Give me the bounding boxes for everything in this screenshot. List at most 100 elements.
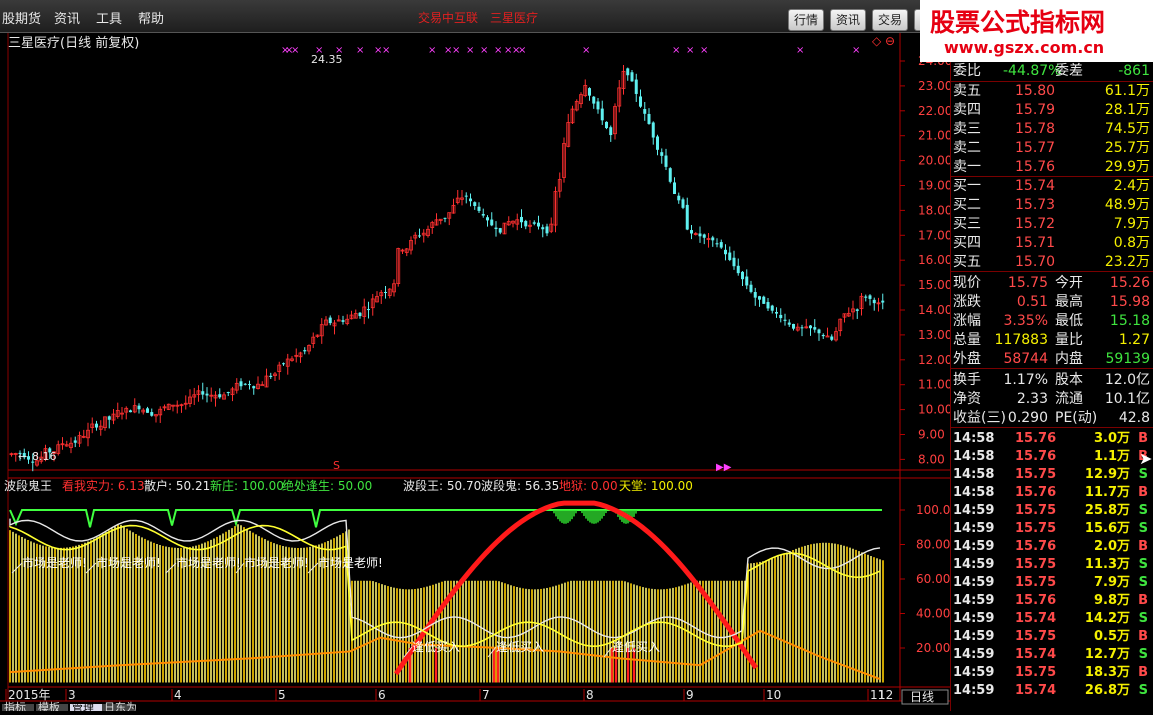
quote-row: 收益(三) 0.290 PE(动) 42.8 xyxy=(951,409,1153,427)
stat-value: 0.51 xyxy=(1016,294,1048,310)
tick-side: S xyxy=(1138,557,1148,572)
stat-value: 15.98 xyxy=(1109,294,1150,310)
candle-body xyxy=(486,217,489,221)
tick-time: 14:59 xyxy=(953,593,995,608)
price-axis-label: 17.00 xyxy=(918,228,950,242)
quote-row: 买三 15.72 7.9万 xyxy=(951,215,1153,233)
tick-side: S xyxy=(1138,611,1148,626)
tick-row: 14:59 15.75 25.8万 S xyxy=(951,502,1153,520)
price-axis-label: 20.00 xyxy=(918,154,950,168)
watermark-title: 股票公式指标网 xyxy=(930,8,1106,37)
candle-body xyxy=(681,199,685,208)
tab-trade[interactable]: 交易 xyxy=(872,9,909,31)
indicator-annotation: 市场是老师! xyxy=(96,555,161,570)
quote-row: 卖二 15.77 25.7万 xyxy=(951,139,1153,157)
candle-body xyxy=(282,363,285,365)
indicator-annotation: 逢低买入 xyxy=(612,640,660,654)
watermark-url: www.gszx.com.cn xyxy=(944,38,1105,57)
diamond-icon[interactable]: ◇ ⊖ xyxy=(872,34,895,48)
tick-volume: 25.8万 xyxy=(1084,503,1130,518)
candle-body xyxy=(690,230,693,234)
tick-price: 15.76 xyxy=(1015,539,1057,554)
tick-row: 14:59 15.75 15.6万 S xyxy=(951,520,1153,538)
signal-mark: × xyxy=(582,45,590,56)
signal-mark: × xyxy=(686,45,694,56)
period-label: 日线 xyxy=(910,690,934,704)
month-label-last: 12 xyxy=(878,688,893,702)
tick-volume: 3.0万 xyxy=(1093,431,1130,446)
tick-price: 15.75 xyxy=(1015,521,1057,536)
signal-mark: × xyxy=(356,45,364,56)
quote-row: 外盘 58744 内盘 59139 xyxy=(951,350,1153,368)
ask-price: 15.80 xyxy=(1015,83,1056,99)
indicator-legend-item: 波段鬼: 56.35 xyxy=(481,478,559,493)
candle-body xyxy=(813,327,817,330)
candle-body xyxy=(150,412,154,416)
candle-body xyxy=(201,391,205,395)
finance-value: 0.290 xyxy=(1007,410,1048,426)
candle-body xyxy=(137,405,141,410)
candle-body xyxy=(736,265,740,274)
indicator-axis-label: 60.00 xyxy=(916,572,950,586)
tick-row: 14:59 15.75 11.3万 S xyxy=(951,556,1153,574)
tick-volume: 7.9万 xyxy=(1093,575,1130,590)
candle-body xyxy=(328,317,332,324)
bid-level-label: 买一 xyxy=(953,178,981,194)
month-label: 8 xyxy=(586,688,594,702)
high-price-label: 24.35 xyxy=(311,53,343,66)
tick-row: 14:58 15.75 12.9万 S xyxy=(951,466,1153,484)
quote-row: 买四 15.71 0.8万 xyxy=(951,234,1153,252)
bid-price: 15.72 xyxy=(1015,216,1056,232)
candle-body xyxy=(660,152,664,156)
finance-label: PE(动) xyxy=(1055,410,1098,426)
price-axis-label: 16.00 xyxy=(918,253,950,267)
tab-quotes[interactable]: 行情 xyxy=(788,9,825,31)
candle-body xyxy=(779,314,783,319)
quote-row: 卖一 15.76 29.9万 xyxy=(951,158,1153,176)
tick-price: 15.76 xyxy=(1015,449,1057,464)
candle-body xyxy=(864,296,868,298)
tick-time: 14:59 xyxy=(953,611,995,626)
candle-body xyxy=(443,217,447,219)
candle-body xyxy=(787,322,791,325)
candle-body xyxy=(341,320,345,322)
menu-news[interactable]: 资讯 xyxy=(54,8,80,27)
tick-side: S xyxy=(1138,503,1148,518)
menu-help[interactable]: 帮助 xyxy=(138,8,164,27)
candle-body xyxy=(821,334,825,337)
bid-level-label: 买二 xyxy=(953,197,981,213)
tick-volume: 1.1万 xyxy=(1093,449,1130,464)
candle-body xyxy=(741,271,744,280)
quote-row: 买一 15.74 2.4万 xyxy=(951,177,1153,195)
kline-chart[interactable]: 三星医疗(日线 前复权) ◇ ⊖ 24.0023.0022.0021.0020.… xyxy=(0,33,958,714)
menu-futures[interactable]: 股期货 xyxy=(2,8,41,27)
candle-body xyxy=(498,228,502,233)
chart-area[interactable]: 三星医疗(日线 前复权) ◇ ⊖ 24.0023.0022.0021.0020.… xyxy=(0,33,958,714)
stat-value: 117883 xyxy=(994,332,1048,348)
signal-mark: × xyxy=(428,45,436,56)
menu-tools[interactable]: 工具 xyxy=(96,8,122,27)
ask-level-label: 卖五 xyxy=(953,83,981,99)
tick-price: 15.74 xyxy=(1015,647,1057,662)
candle-body xyxy=(367,309,370,311)
stat-label: 最高 xyxy=(1055,294,1083,310)
candle-body xyxy=(719,242,723,248)
ask-volume: 29.9万 xyxy=(1104,159,1150,175)
tick-price: 15.74 xyxy=(1015,611,1057,626)
tab-news[interactable]: 资讯 xyxy=(830,9,867,31)
tick-time: 14:59 xyxy=(953,557,995,572)
candle-body xyxy=(673,182,676,195)
candle-body xyxy=(855,309,859,311)
indicator-axis-label: 20.00 xyxy=(916,641,950,655)
stat-value: 15.18 xyxy=(1109,313,1150,329)
ask-price: 15.79 xyxy=(1015,102,1056,118)
month-label: 4 xyxy=(174,688,182,702)
stat-label: 量比 xyxy=(1055,332,1083,348)
candle-body xyxy=(711,237,715,241)
candle-body xyxy=(685,204,689,230)
candle-body xyxy=(146,408,149,413)
indicator-axis-label: 80.00 xyxy=(916,538,950,552)
month-label: 3 xyxy=(68,688,76,702)
candle-body xyxy=(494,227,498,230)
candle-body xyxy=(588,88,591,96)
